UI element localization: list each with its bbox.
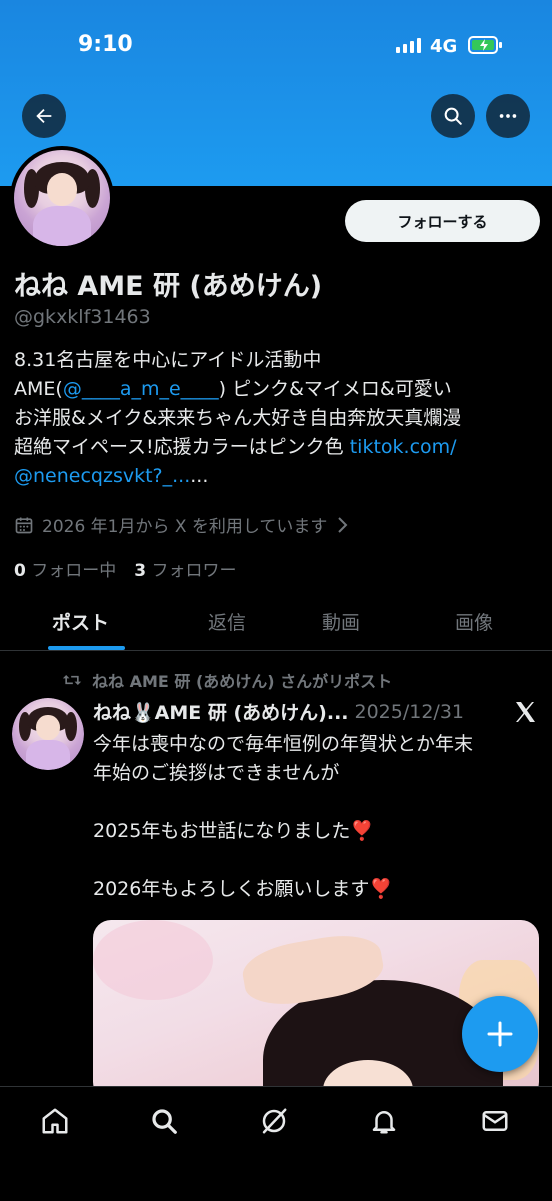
status-bar: 9:10 4G [0,30,552,64]
search-button[interactable] [431,94,475,138]
bio-line: お洋服&メイク&来来ちゃん大好き自由奔放天真爛漫 [14,407,462,429]
bio-url-link[interactable]: tiktok.com/ [350,436,457,458]
profile-tabs: ポスト 返信 動画 画像 [0,598,552,651]
bio-text: ... [190,465,209,487]
x-logo-icon [516,702,535,722]
search-icon [152,1109,177,1134]
post-text: 今年は喪中なので毎年恒例の年賀状とか年末 年始のご挨拶はできませんが 2025年… [93,733,474,900]
notifications-icon [372,1111,396,1134]
back-arrow-icon [36,108,52,124]
followers-label: フォロワー [151,561,237,581]
joined-date[interactable]: 2026 年1月から X を利用しています [14,512,349,537]
more-button[interactable] [486,94,530,138]
followers-count: 3 [134,561,147,581]
repost-label: ねね AME 研 (あめけん) さんがリポスト [92,672,393,691]
grok-icon [262,1108,287,1134]
post-header: ねね🐰AME 研 (あめけん)... 2025/12/31 [93,698,464,725]
messages-icon [482,1111,508,1131]
bio-text: ) ピンク&マイメロ&可愛い [218,378,452,400]
bio-url-link[interactable]: @nenecqzsvkt?_... [14,465,190,487]
profile-avatar[interactable] [10,146,114,250]
following-count: 0 [14,561,26,581]
tab-videos[interactable]: 動画 [322,608,360,635]
following-link[interactable]: 0 フォロー中 [14,556,116,581]
post-date[interactable]: 2025/12/31 [355,701,465,723]
bio-line: @nenecqzsvkt?_...... [14,462,540,491]
following-label: フォロー中 [31,561,117,581]
back-button[interactable] [22,94,66,138]
bio-line: AME(@____a_m_e____) ピンク&マイメロ&可愛い [14,375,540,404]
calendar-icon [15,517,33,533]
bio-line: 超絶マイペース!応援カラーはピンク色 tiktok.com/ [14,433,540,462]
network-type: 4G [430,36,458,57]
nav-messages[interactable] [479,1105,511,1137]
nav-grok[interactable] [258,1105,290,1137]
post-avatar[interactable] [12,698,84,770]
joined-text: 2026 年1月から X を利用しています [42,517,328,537]
more-icon [499,114,517,118]
profile-handle: @gkxklf31463 [14,306,151,328]
plus-icon [487,1021,513,1047]
profile-bio: 8.31名古屋を中心にアイドル活動中 AME(@____a_m_e____) ピ… [14,346,540,491]
bio-text: AME( [14,378,63,400]
tab-posts[interactable]: ポスト [52,608,109,635]
nav-home[interactable] [39,1105,71,1137]
post-author[interactable]: ねね🐰AME 研 (あめけん)... [93,698,349,725]
signal-icon [396,38,421,53]
nav-search[interactable] [148,1105,180,1137]
profile-name: ねね AME 研 (あめけん) [14,271,323,302]
bio-text: 超絶マイペース!応援カラーはピンク色 [14,436,350,458]
status-time: 9:10 [78,32,133,57]
follow-button[interactable]: フォローする [345,200,540,242]
bottom-navigation [0,1086,552,1201]
tab-media[interactable]: 画像 [455,608,493,635]
battery-icon [468,36,502,54]
nav-notifications[interactable] [368,1105,400,1137]
compose-button[interactable] [462,996,538,1072]
search-icon [444,107,462,125]
tab-replies[interactable]: 返信 [208,608,246,635]
followers-link[interactable]: 3 フォロワー [134,556,236,581]
bio-mention-link[interactable]: @____a_m_e____ [63,378,219,400]
follow-stats: 0 フォロー中 3 フォロワー [14,556,237,581]
bio-line: 8.31名古屋を中心にアイドル活動中 [14,349,322,371]
repost-icon [62,675,82,685]
repost-indicator[interactable]: ねね AME 研 (あめけん) さんがリポスト [62,668,392,692]
chevron-right-icon [338,516,348,533]
home-icon [42,1108,68,1134]
active-tab-indicator [48,646,125,650]
